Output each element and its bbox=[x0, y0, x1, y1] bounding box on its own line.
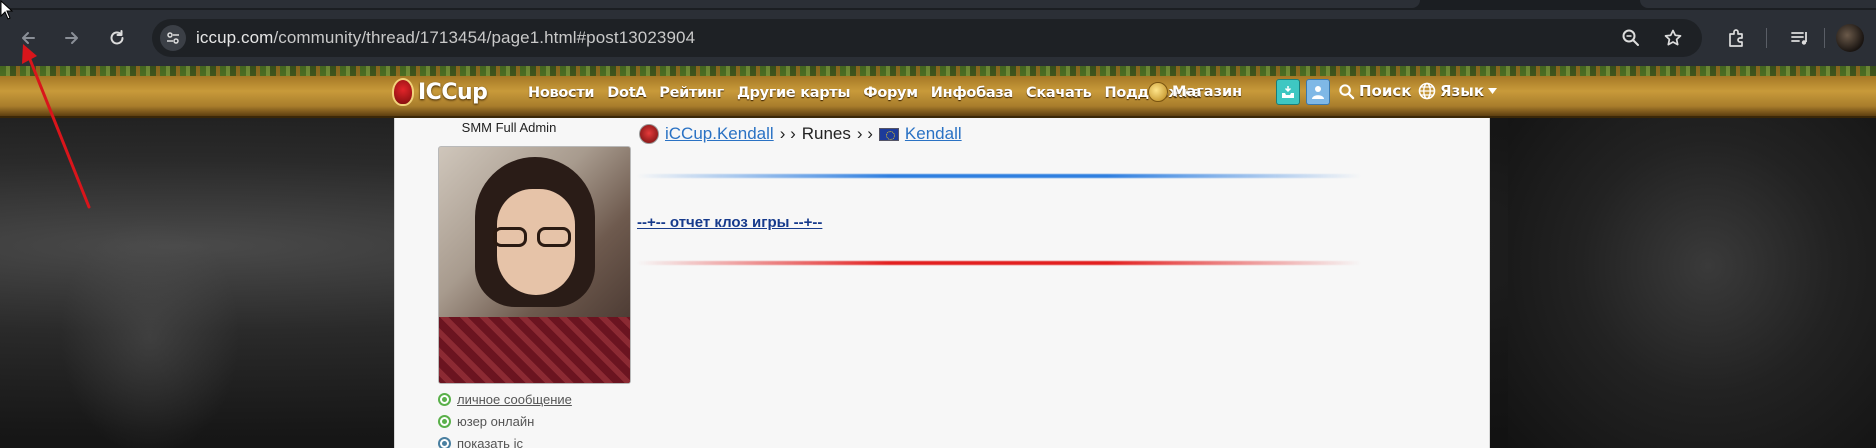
eu-flag-icon bbox=[878, 127, 899, 141]
crumb-separator: › › bbox=[779, 124, 796, 143]
main-menu: Новости DotA Рейтинг Другие карты Форум … bbox=[528, 85, 1202, 101]
chevron-down-icon bbox=[1488, 88, 1498, 94]
header-garland bbox=[0, 66, 1876, 76]
crumb-runes: Runes bbox=[801, 124, 851, 143]
menu-item-forum[interactable]: Форум bbox=[863, 85, 918, 101]
zoom-icon[interactable] bbox=[1620, 27, 1642, 49]
forum-post-container: SMM Full Admin личное сообщение юзер онл… bbox=[394, 118, 1490, 448]
other-tab[interactable] bbox=[1640, 0, 1876, 8]
language-dropdown[interactable]: Язык bbox=[1418, 82, 1498, 100]
menu-item-infobase[interactable]: Инфобаза bbox=[931, 85, 1014, 101]
site-header: ICCup Новости DotA Рейтинг Другие карты … bbox=[0, 66, 1876, 118]
crumb-user-link[interactable]: Kendall bbox=[905, 124, 962, 144]
post-breadcrumb: iCCup.Kendall › › Runes › › Kendall bbox=[639, 124, 962, 144]
search-label: Поиск bbox=[1359, 82, 1412, 100]
menu-item-dota[interactable]: DotA bbox=[607, 85, 646, 101]
menu-item-shop[interactable]: Магазин bbox=[1148, 82, 1242, 102]
search-icon bbox=[1339, 83, 1355, 99]
search-button[interactable]: Поиск bbox=[1338, 82, 1411, 100]
profile-avatar[interactable] bbox=[1836, 24, 1864, 52]
globe-icon bbox=[1418, 82, 1436, 100]
mouse-cursor-icon bbox=[0, 0, 14, 20]
toolbar-divider bbox=[1766, 28, 1767, 48]
menu-item-download[interactable]: Скачать bbox=[1026, 85, 1092, 101]
web-page: ICCup Новости DotA Рейтинг Другие карты … bbox=[0, 66, 1876, 448]
logo-shield-icon bbox=[392, 78, 414, 106]
private-message-link[interactable]: личное сообщение bbox=[438, 392, 572, 407]
url-text: iccup.com/community/thread/1713454/page1… bbox=[196, 28, 695, 48]
back-icon[interactable] bbox=[14, 24, 42, 52]
browser-toolbar: iccup.com/community/thread/1713454/page1… bbox=[0, 10, 1876, 66]
extensions-icon[interactable] bbox=[1724, 26, 1748, 50]
online-status-label: юзер онлайн bbox=[457, 414, 535, 429]
coins-icon bbox=[1148, 82, 1168, 102]
site-logo[interactable]: ICCup bbox=[392, 78, 488, 106]
site-info-icon[interactable] bbox=[160, 25, 186, 51]
tab-strip bbox=[0, 0, 1876, 10]
logo-text: ICCup bbox=[418, 79, 488, 105]
forward-icon[interactable] bbox=[58, 24, 86, 52]
toolbar-divider-2 bbox=[1824, 28, 1825, 48]
profile-icon[interactable] bbox=[1306, 79, 1330, 105]
media-controls-icon[interactable] bbox=[1788, 26, 1812, 50]
bookmark-star-icon[interactable] bbox=[1662, 27, 1684, 49]
message-icon bbox=[438, 393, 451, 406]
show-icon bbox=[438, 437, 451, 448]
user-avatar-photo[interactable] bbox=[438, 146, 631, 384]
online-status: юзер онлайн bbox=[438, 414, 534, 429]
reload-icon[interactable] bbox=[103, 24, 131, 52]
post-report-link[interactable]: --+-- отчет клоз игры --+-- bbox=[637, 214, 822, 231]
clan-emblem-icon bbox=[639, 124, 659, 144]
online-status-icon bbox=[438, 415, 451, 428]
divider-blue bbox=[637, 174, 1361, 178]
url-host: iccup.com bbox=[196, 28, 274, 47]
user-role: SMM Full Admin bbox=[461, 120, 557, 135]
photo-shirt bbox=[439, 317, 630, 383]
url-path: /community/thread/1713454/page1.html#pos… bbox=[273, 28, 696, 47]
language-label: Язык bbox=[1440, 82, 1485, 100]
menu-item-other-maps[interactable]: Другие карты bbox=[737, 85, 851, 101]
menu-item-news[interactable]: Новости bbox=[528, 85, 595, 101]
photo-glasses bbox=[493, 227, 579, 249]
menu-item-rating[interactable]: Рейтинг bbox=[659, 85, 724, 101]
show-link[interactable]: показать іс bbox=[438, 436, 523, 448]
divider-red bbox=[637, 261, 1361, 265]
crumb-separator-2: › › bbox=[856, 124, 873, 143]
address-bar[interactable]: iccup.com/community/thread/1713454/page1… bbox=[152, 19, 1702, 57]
crumb-clan-link[interactable]: iCCup.Kendall bbox=[665, 124, 774, 144]
background-art-left bbox=[60, 216, 240, 448]
show-label[interactable]: показать іс bbox=[457, 436, 523, 448]
active-tab[interactable] bbox=[0, 0, 1420, 8]
private-message-label[interactable]: личное сообщение bbox=[457, 392, 572, 407]
inbox-icon[interactable] bbox=[1276, 79, 1300, 105]
shop-label: Магазин bbox=[1172, 84, 1243, 100]
background-art-right bbox=[1508, 66, 1876, 448]
